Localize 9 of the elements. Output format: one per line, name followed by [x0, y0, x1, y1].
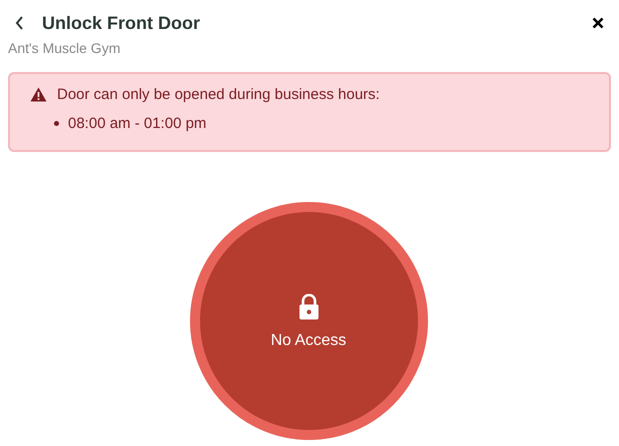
bullet-icon: [54, 121, 59, 126]
unlock-button[interactable]: No Access: [190, 202, 428, 440]
lock-icon: [298, 294, 318, 320]
alert-message: Door can only be opened during business hours:: [57, 86, 380, 103]
close-icon[interactable]: [592, 17, 604, 29]
gym-name: Ant's Muscle Gym: [8, 40, 122, 56]
window-title: Unlock Front Door: [42, 12, 201, 34]
hours-text: 08:00 am - 01:00 pm: [68, 115, 206, 132]
warning-icon: [30, 87, 47, 102]
